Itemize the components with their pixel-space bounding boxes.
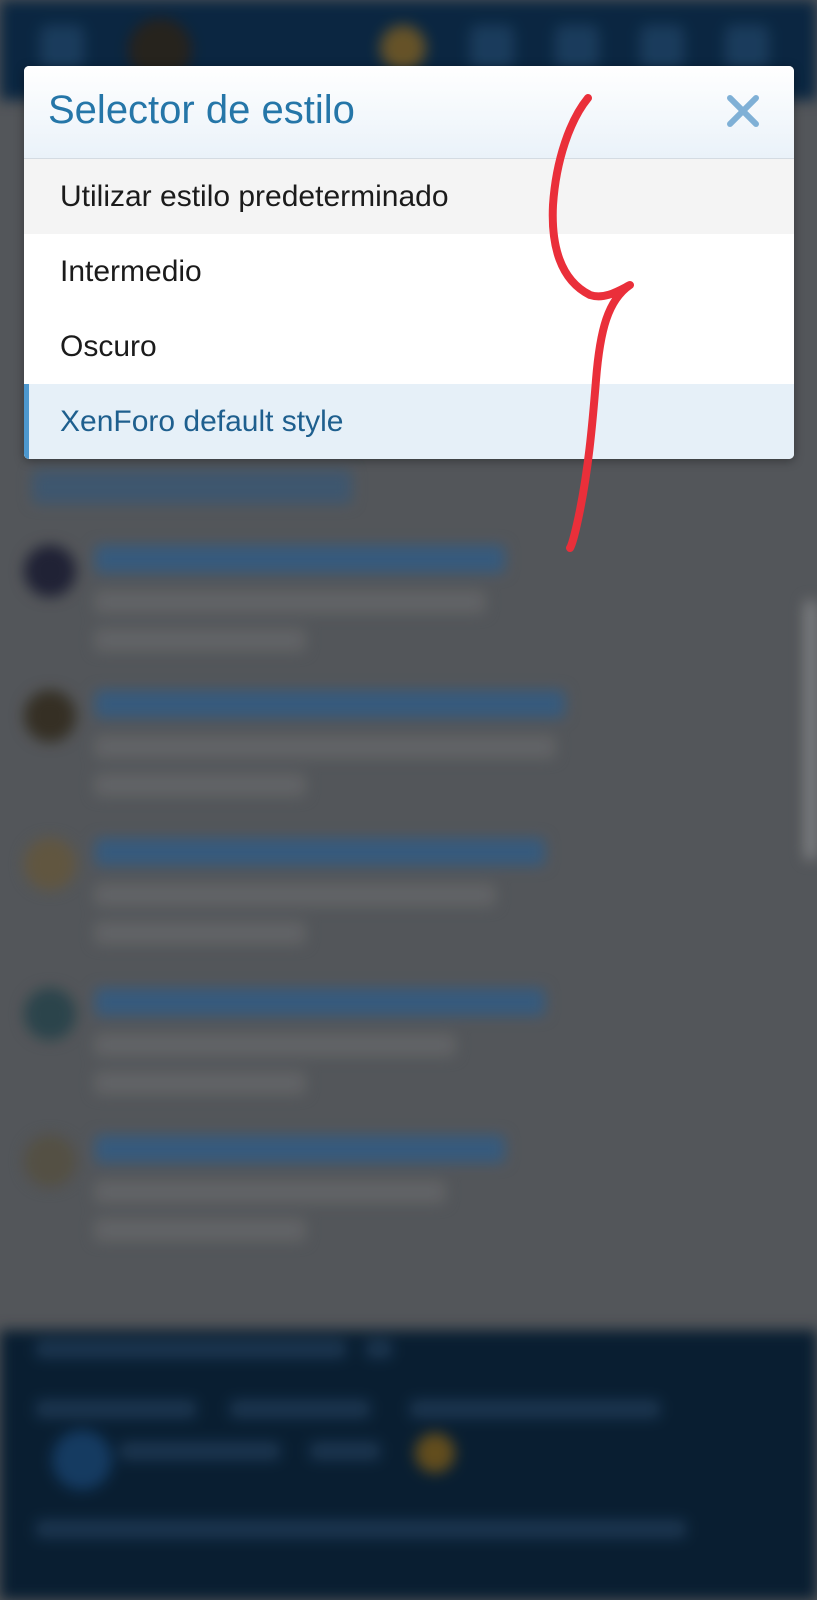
style-option-oscuro[interactable]: Oscuro (24, 309, 794, 384)
style-option-default[interactable]: Utilizar estilo predeterminado (24, 159, 794, 234)
style-option-xenforo-default[interactable]: XenForo default style (24, 384, 794, 459)
close-icon (727, 95, 759, 127)
style-option-intermedio[interactable]: Intermedio (24, 234, 794, 309)
close-button[interactable] (720, 88, 766, 134)
dialog-header: Selector de estilo (24, 66, 794, 159)
style-selector-dialog: Selector de estilo Utilizar estilo prede… (24, 66, 794, 459)
dialog-title: Selector de estilo (48, 88, 355, 132)
